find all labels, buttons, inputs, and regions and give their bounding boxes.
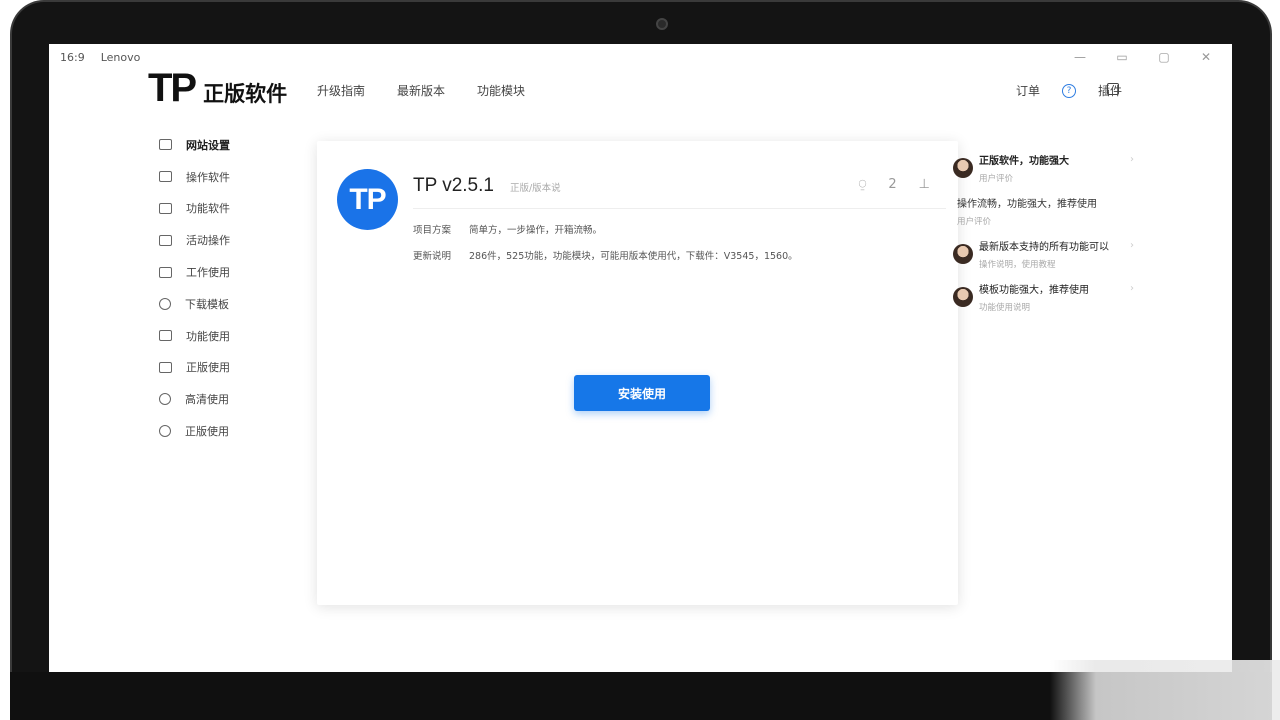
sidebar-item[interactable]: 网站设置	[149, 129, 299, 161]
comment-item[interactable]: 最新版本支持的所有功能可以 操作说明，使用教程 ›	[949, 238, 1134, 281]
comment-item[interactable]: 操作流畅，功能强大，推荐使用 用户评价	[949, 195, 1134, 238]
avatar	[953, 244, 973, 264]
maximize-icon[interactable]: ▢	[1158, 50, 1170, 64]
comment-sub: 用户评价	[979, 174, 1014, 184]
comment-title: 最新版本支持的所有功能可以	[979, 242, 1109, 253]
sidebar: 网站设置 操作软件 功能软件 活动操作 工作使用 下载模板 功能使用 正版使用	[149, 129, 299, 447]
user-icon[interactable]: ⍜	[859, 177, 867, 192]
info-label: 更新说明	[413, 251, 452, 262]
stack-icon	[159, 234, 172, 246]
sidebar-item-label: 正版使用	[185, 425, 229, 439]
version-header: TP v2.5.1 正版/版本说	[413, 175, 561, 197]
info-value: 286件，525功能，功能模块，可能用版本使用代，下载件：V3545，1560。	[469, 251, 798, 262]
count-label: 2	[888, 177, 897, 192]
external-link-icon[interactable]	[1107, 83, 1119, 95]
sidebar-item-label: 正版使用	[186, 361, 230, 375]
avatar	[953, 158, 973, 178]
comment-sub: 操作说明，使用教程	[979, 260, 1056, 270]
chevron-right-icon: ›	[1130, 283, 1134, 294]
sidebar-item[interactable]: 高清使用	[149, 383, 299, 415]
sidebar-item[interactable]: 功能使用	[149, 320, 299, 352]
sidebar-item-label: 操作软件	[186, 170, 230, 184]
chevron-right-icon: ›	[1130, 154, 1134, 165]
sidebar-item[interactable]: 功能软件	[149, 193, 299, 225]
home-icon	[159, 361, 172, 373]
close-icon[interactable]: ✕	[1200, 50, 1212, 64]
info-row: 更新说明 286件，525功能，功能模块，可能用版本使用代，下载件：V3545，…	[413, 248, 798, 262]
version-title: TP v2.5.1	[413, 175, 494, 196]
top-nav: 升级指南 最新版本 功能模块	[317, 82, 525, 99]
comments-panel: 正版软件，功能强大 用户评价 › 操作流畅，功能强大，推荐使用 用户评价 最新版…	[949, 152, 1134, 324]
restore-icon[interactable]: ▭	[1116, 50, 1128, 64]
info-label: 项目方案	[413, 225, 452, 236]
sidebar-item-label: 网站设置	[186, 138, 230, 152]
nav-item[interactable]: 升级指南	[317, 82, 365, 99]
sidebar-item-label: 下载模板	[185, 297, 229, 311]
version-subtitle: 正版/版本说	[509, 183, 561, 194]
device-label: Lenovo	[100, 51, 141, 64]
sidebar-item-label: 功能使用	[186, 329, 230, 343]
window-controls: — ▭ ▢ ✕	[1074, 50, 1212, 64]
comment-item[interactable]: 正版软件，功能强大 用户评价 ›	[949, 152, 1134, 195]
logo-text: 正版软件	[203, 82, 288, 106]
comment-sub: 功能使用说明	[979, 303, 1031, 313]
install-button[interactable]: 安装使用	[574, 375, 710, 411]
aspect-ratio-label: 16:9	[60, 51, 85, 64]
download-icon[interactable]: ⊥	[919, 177, 930, 192]
app-window: 16:9 Lenovo — ▭ ▢ ✕ TP 正版软件 升级指南 最新版本 功能…	[49, 44, 1232, 672]
comment-text: 操作流畅，功能强大，推荐使用	[957, 199, 1097, 210]
nav-item[interactable]: 最新版本	[397, 82, 445, 99]
orders-link[interactable]: 订单	[1016, 82, 1040, 99]
sidebar-item[interactable]: 下载模板	[149, 288, 299, 320]
stack-icon	[159, 171, 172, 183]
nav-item[interactable]: 功能模块	[477, 82, 525, 99]
divider	[413, 208, 946, 209]
clock-icon	[159, 425, 171, 438]
brand-logo[interactable]: TP 正版软件	[148, 66, 287, 111]
card-tools: ⍜ 2 ⊥	[859, 177, 930, 192]
watermark	[1050, 660, 1280, 720]
sidebar-item[interactable]: 正版使用	[149, 415, 299, 447]
list-icon	[159, 202, 172, 214]
avatar	[953, 287, 973, 307]
comment-item[interactable]: 模板功能强大，推荐使用 功能使用说明 ›	[949, 281, 1134, 324]
cloud-icon	[159, 393, 171, 406]
sidebar-item[interactable]: 操作软件	[149, 161, 299, 193]
info-value: 简单方，一步操作，开箱流畅。	[469, 225, 603, 236]
help-icon[interactable]: ?	[1061, 83, 1076, 98]
camera-icon	[656, 18, 668, 30]
hat-icon	[159, 266, 172, 278]
smile-icon	[159, 297, 171, 310]
sidebar-item[interactable]: 正版使用	[149, 352, 299, 384]
chevron-right-icon: ›	[1130, 240, 1134, 251]
minimize-icon[interactable]: —	[1074, 50, 1086, 64]
sidebar-item[interactable]: 工作使用	[149, 256, 299, 288]
logo-mark: TP	[148, 66, 197, 110]
product-card: TP TP v2.5.1 正版/版本说 ⍜ 2 ⊥ 项目方案 简单方，一步操作，…	[317, 141, 958, 605]
list-icon	[159, 330, 172, 342]
comment-title: 模板功能强大，推荐使用	[979, 285, 1089, 296]
comment-title: 正版软件，功能强大	[979, 156, 1069, 167]
system-status: 16:9 Lenovo	[60, 51, 140, 64]
sidebar-item[interactable]: 活动操作	[149, 224, 299, 256]
sidebar-item-label: 高清使用	[185, 393, 229, 407]
product-logo: TP	[337, 169, 398, 230]
sidebar-item-label: 工作使用	[186, 266, 230, 280]
list-icon	[159, 139, 172, 151]
sidebar-item-label: 功能软件	[186, 202, 230, 216]
info-row: 项目方案 简单方，一步操作，开箱流畅。	[413, 222, 602, 236]
sidebar-item-label: 活动操作	[186, 234, 230, 248]
comment-sub: 用户评价	[957, 217, 992, 227]
